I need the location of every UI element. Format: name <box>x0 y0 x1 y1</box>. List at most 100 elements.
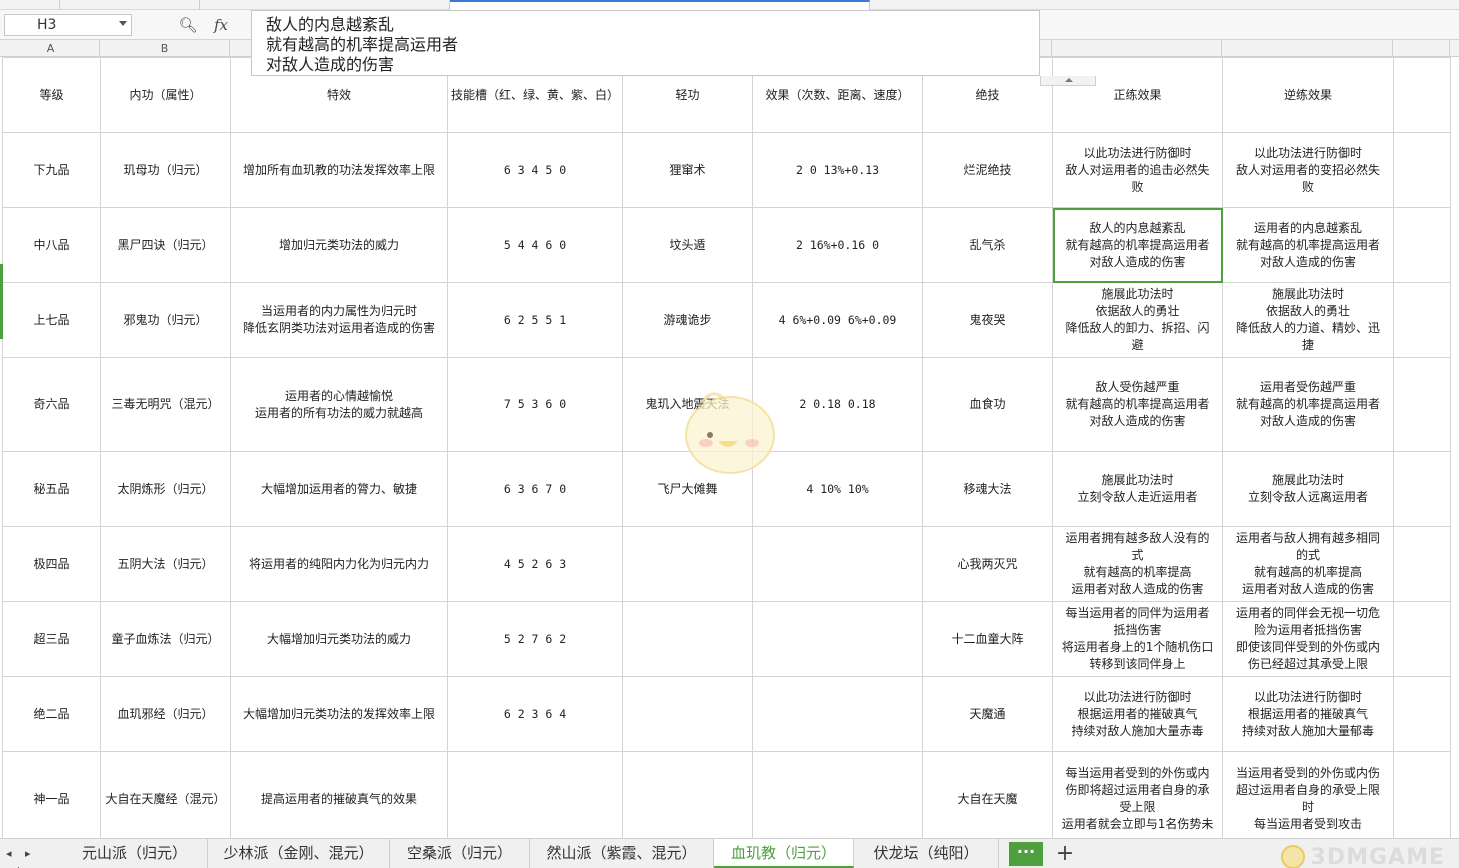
reverse-effect-cell[interactable]: 运用者受伤越严重 就有越高的机率提高运用者 对敌人造成的伤害 <box>1222 357 1395 452</box>
qinggong-effect-cell[interactable]: 2 0.18 0.18 <box>752 357 924 452</box>
skill-slots-cell[interactable]: 5 2 7 6 2 <box>446 601 624 677</box>
skill-slots-cell[interactable]: 6 3 4 5 0 <box>446 132 624 208</box>
add-sheet-button[interactable]: + <box>1050 841 1080 867</box>
skill-slots-cell[interactable]: 6 3 6 7 0 <box>446 451 624 527</box>
forward-effect-cell[interactable]: 运用者拥有越多敌人没有的式就有越高的机率提高 运用者对敌人造成的伤害 <box>1052 526 1224 602</box>
sheet-tab[interactable]: 然山派（紫霞、混元） <box>530 839 714 868</box>
reverse-effect-cell[interactable]: 当运用者受到的外伤或内伤 超过运用者自身的承受上限时每当运用者受到攻击 <box>1222 751 1395 838</box>
header-cell[interactable]: 等级 <box>2 57 101 133</box>
window-tab[interactable] <box>60 0 200 10</box>
forward-effect-cell[interactable]: 以此功法进行防御时 敌人对运用者的追击必然失败 <box>1052 132 1224 208</box>
formula-input[interactable]: 敌人的内息越紊乱 就有越高的机率提高运用者 对敌人造成的伤害 <box>251 10 1040 76</box>
search-icon[interactable]: 🔍︎ <box>178 15 198 35</box>
inner-art-cell[interactable]: 玑母功（归元） <box>100 132 231 208</box>
empty-cell[interactable] <box>1393 526 1452 602</box>
column-header[interactable] <box>1393 40 1450 57</box>
empty-cell[interactable] <box>1393 451 1452 527</box>
qinggong-cell[interactable] <box>622 526 754 602</box>
special-effect-cell[interactable]: 大幅增加运用者的膂力、敏捷 <box>230 451 448 527</box>
forward-effect-cell[interactable]: 以此功法进行防御时 根据运用者的摧破真气 持续对敌人施加大量赤毒 <box>1052 676 1224 752</box>
sheet-tab[interactable]: 伏龙坛（纯阳） <box>854 839 999 868</box>
ultimate-cell[interactable]: 天魔通 <box>922 676 1054 752</box>
qinggong-cell[interactable] <box>622 601 754 677</box>
inner-art-cell[interactable]: 童子血炼法（归元） <box>100 601 231 677</box>
ultimate-cell[interactable]: 大自在天魔 <box>922 751 1054 838</box>
empty-cell[interactable] <box>1393 132 1452 208</box>
special-effect-cell[interactable]: 将运用者的纯阳内力化为归元内力 <box>230 526 448 602</box>
empty-cell[interactable] <box>1393 357 1452 452</box>
forward-effect-cell[interactable]: 每当运用者的同伴为运用者 抵挡伤害 将运用者身上的1个随机伤口 转移到该同伴身上 <box>1052 601 1224 677</box>
more-sheets-button[interactable]: ··· <box>1009 842 1043 866</box>
ultimate-cell[interactable]: 移魂大法 <box>922 451 1054 527</box>
ultimate-cell[interactable]: 烂泥绝技 <box>922 132 1054 208</box>
window-tab[interactable] <box>0 0 60 10</box>
header-cell[interactable]: 内功（属性） <box>100 57 231 133</box>
qinggong-cell[interactable]: 游魂诡步 <box>622 282 754 358</box>
qinggong-cell[interactable]: 坟头遁 <box>622 207 754 283</box>
forward-effect-cell[interactable]: 施展此功法时 依据敌人的勇壮 降低敌人的卸力、拆招、闪避 <box>1052 282 1224 358</box>
column-header-b[interactable]: B <box>100 40 230 57</box>
qinggong-cell[interactable]: 飞尸大傩舞 <box>622 451 754 527</box>
skill-slots-cell[interactable]: 7 5 3 6 0 <box>446 357 624 452</box>
column-header[interactable] <box>1222 40 1393 57</box>
grade-cell[interactable]: 奇六品 <box>2 357 101 452</box>
grade-cell[interactable]: 绝二品 <box>2 676 101 752</box>
forward-effect-cell[interactable]: 每当运用者受到的外伤或内 伤即将超过运用者自身的承 受上限 运用者就会立即与1名伤势未 <box>1052 751 1224 838</box>
special-effect-cell[interactable]: 大幅增加归元类功法的发挥效率上限 <box>230 676 448 752</box>
grade-cell[interactable]: 极四品 <box>2 526 101 602</box>
special-effect-cell[interactable]: 运用者的心情越愉悦 运用者的所有功法的威力就越高 <box>230 357 448 452</box>
sheet-navigation-arrows[interactable]: ◂ ▸ ▸| <box>6 845 62 868</box>
skill-slots-cell[interactable]: 6 2 3 6 4 <box>446 676 624 752</box>
sheet-tab-active[interactable]: 血玑教（归元） <box>714 839 854 868</box>
skill-slots-cell[interactable]: 5 4 4 6 0 <box>446 207 624 283</box>
sheet-tab[interactable]: 元山派（归元） <box>62 839 208 868</box>
empty-cell[interactable] <box>1393 282 1452 358</box>
special-effect-cell[interactable]: 当运用者的内力属性为归元时 降低玄阴类功法对运用者造成的伤害 <box>230 282 448 358</box>
ultimate-cell[interactable]: 鬼夜哭 <box>922 282 1054 358</box>
empty-cell[interactable] <box>1393 601 1452 677</box>
empty-cell[interactable] <box>1393 751 1452 838</box>
ultimate-cell[interactable]: 心我两灭咒 <box>922 526 1054 602</box>
window-tab[interactable] <box>200 0 450 10</box>
grade-cell[interactable]: 中八品 <box>2 207 101 283</box>
ultimate-cell[interactable]: 血食功 <box>922 357 1054 452</box>
inner-art-cell[interactable]: 邪鬼功（归元） <box>100 282 231 358</box>
grade-cell[interactable]: 上七品 <box>2 282 101 358</box>
reverse-effect-cell[interactable]: 以此功法进行防御时 敌人对运用者的变招必然失败 <box>1222 132 1395 208</box>
forward-effect-cell[interactable]: 敌人受伤越严重 就有越高的机率提高运用者 对敌人造成的伤害 <box>1052 357 1224 452</box>
inner-art-cell[interactable]: 黑尸四诀（归元） <box>100 207 231 283</box>
qinggong-cell[interactable] <box>622 751 754 838</box>
formula-collapse-handle[interactable] <box>1040 76 1096 86</box>
skill-slots-cell[interactable] <box>446 751 624 838</box>
name-box[interactable]: H3 <box>4 14 132 36</box>
qinggong-effect-cell[interactable] <box>752 601 924 677</box>
header-cell[interactable]: 正练效果 <box>1052 57 1224 133</box>
reverse-effect-cell[interactable]: 运用者与敌人拥有越多相同 的式 就有越高的机率提高 运用者对敌人造成的伤害 <box>1222 526 1395 602</box>
header-cell[interactable]: 逆练效果 <box>1222 57 1395 133</box>
qinggong-effect-cell[interactable] <box>752 751 924 838</box>
empty-cell[interactable] <box>1393 207 1452 283</box>
qinggong-effect-cell[interactable] <box>752 676 924 752</box>
qinggong-cell[interactable]: 狸窜术 <box>622 132 754 208</box>
qinggong-cell[interactable]: 鬼玑入地震天法 <box>622 357 754 452</box>
empty-cell[interactable] <box>1393 676 1452 752</box>
inner-art-cell[interactable]: 大自在天魔经（混元） <box>100 751 231 838</box>
column-header[interactable] <box>1052 40 1222 57</box>
grade-cell[interactable]: 超三品 <box>2 601 101 677</box>
qinggong-effect-cell[interactable]: 4 6%+0.09 6%+0.09 <box>752 282 924 358</box>
selected-cell-h3[interactable]: 敌人的内息越紊乱 就有越高的机率提高运用者 对敌人造成的伤害 <box>1052 207 1224 283</box>
qinggong-cell[interactable] <box>622 676 754 752</box>
column-header-a[interactable]: A <box>2 40 100 57</box>
ultimate-cell[interactable]: 十二血童大阵 <box>922 601 1054 677</box>
inner-art-cell[interactable]: 五阴大法（归元） <box>100 526 231 602</box>
sheet-tab[interactable]: 少林派（金刚、混元） <box>208 839 390 868</box>
ultimate-cell[interactable]: 乱气杀 <box>922 207 1054 283</box>
reverse-effect-cell[interactable]: 运用者的同伴会无视一切危 险为运用者抵挡伤害 即使该同伴受到的外伤或内 伤已经超过其承… <box>1222 601 1395 677</box>
grade-cell[interactable]: 神一品 <box>2 751 101 838</box>
insert-function-icon[interactable]: fx <box>208 15 234 35</box>
grade-cell[interactable]: 秘五品 <box>2 451 101 527</box>
window-tab-active[interactable] <box>450 0 870 10</box>
reverse-effect-cell[interactable]: 以此功法进行防御时 根据运用者的摧破真气 持续对敌人施加大量郁毒 <box>1222 676 1395 752</box>
special-effect-cell[interactable]: 增加归元类功法的威力 <box>230 207 448 283</box>
forward-effect-cell[interactable]: 施展此功法时 立刻令敌人走近运用者 <box>1052 451 1224 527</box>
